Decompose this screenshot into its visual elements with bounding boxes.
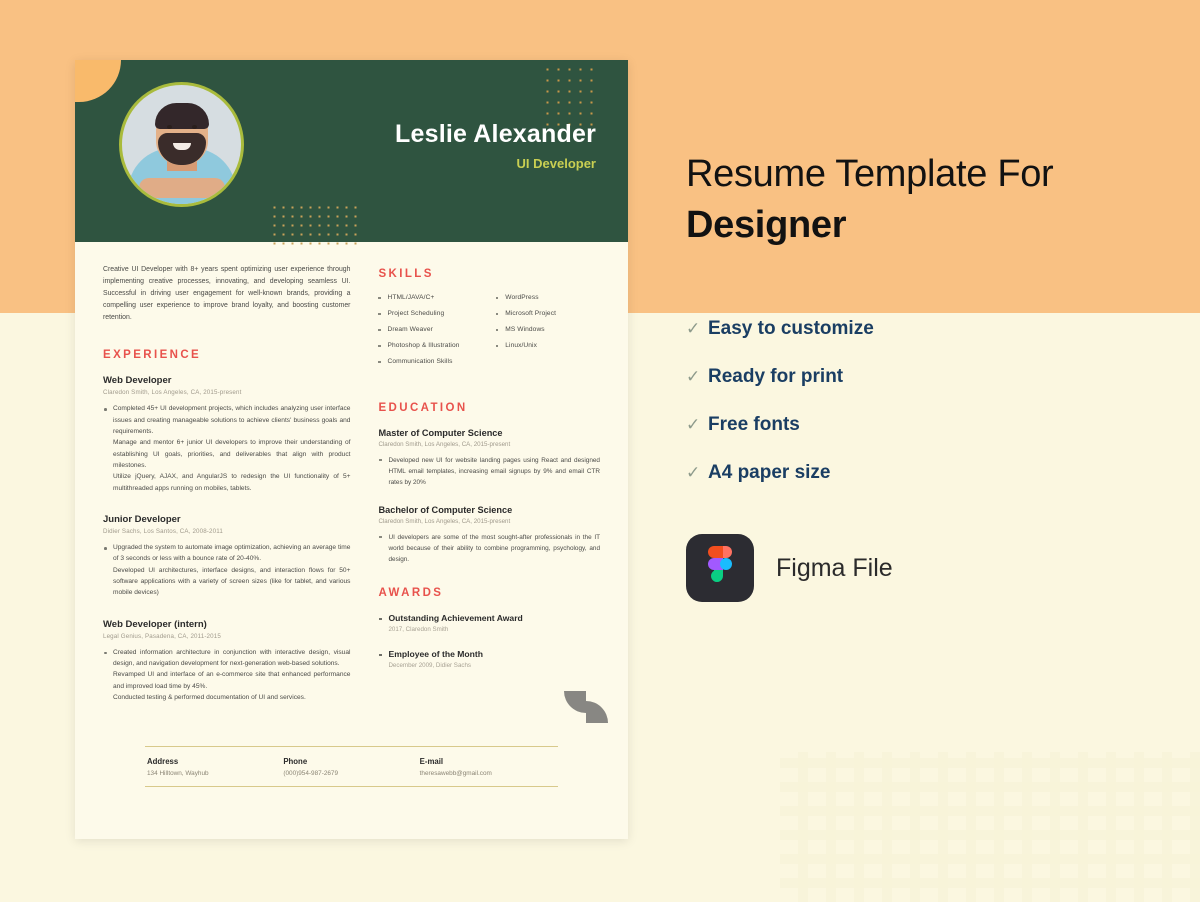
feature-item-free-fonts: ✓ Free fonts [686,414,1156,436]
award-name: Employee of the Month [378,649,600,659]
resume-preview-sheet[interactable]: Leslie Alexander UI Developer Creative U… [75,60,628,839]
check-icon: ✓ [686,367,701,387]
promo-panel: Resume Template For Designer ✓ Easy to c… [686,152,1156,603]
section-title-awards: AWARDS [378,587,444,600]
skill-item: Project Scheduling [378,310,482,317]
award-meta: 2017, Claredon Smith [388,626,449,634]
skills-column-right: WordPress Microsoft Project MS Windows L… [496,294,600,374]
skill-item: Photoshop & Illustration [378,342,482,349]
job-title: Web Developer (intern) [103,618,207,630]
profile-summary: Creative UI Developer with 8+ years spen… [103,266,351,321]
contact-address: Address 134 Hilltown, Wayhub [147,757,283,777]
skills-grid: HTML/JAVA/C+ Project Scheduling Dream We… [378,294,600,374]
dot-grid-decoration-center [270,203,362,251]
skill-item: Dream Weaver [378,326,482,333]
figma-file-label: Figma File [776,553,893,582]
feature-label: Easy to customize [708,318,874,340]
job-detail-line: Conducted testing & performed documentat… [113,693,306,701]
resume-body: Creative UI Developer with 8+ years spen… [75,242,628,723]
education-bullet: UI developers are some of the most sough… [378,532,600,565]
feature-label: Ready for print [708,366,844,388]
job-meta: Didier Sachs, Los Santos, CA, 2008-2011 [103,528,223,535]
education-item: Bachelor of Computer Science Claredon Sm… [378,505,600,565]
background-watermark-pattern [780,752,1200,902]
promo-title-line-1: Resume Template For [686,153,1054,195]
education-degree: Bachelor of Computer Science [378,505,513,516]
job-bullet: Created information architecture in conj… [103,647,350,670]
education-degree: Master of Computer Science [378,428,503,438]
job-detail-line: Utilize jQuery, AJAX, and AngularJS to r… [113,473,351,492]
feature-item-ready-for-print: ✓ Ready for print [686,366,1156,388]
skills-column-left: HTML/JAVA/C+ Project Scheduling Dream We… [378,294,482,374]
section-title-skills: SKILLS [378,268,434,280]
contact-address-label: Address [147,757,179,766]
job-bullet: Upgraded the system to automate image op… [103,542,350,565]
feature-list: ✓ Easy to customize ✓ Ready for print ✓ … [686,318,1156,484]
job-detail-line: Developed UI architectures, interface de… [113,566,351,597]
experience-item: Web Developer Claredon Smith, Los Angele… [103,375,350,494]
contact-address-value: 134 Hilltown, Wayhub [147,770,209,777]
sheet-watermark-logo [564,691,608,723]
promo-title-line-2: Designer [686,203,847,246]
skill-item: Communication Skills [378,358,482,365]
figma-file-row[interactable]: Figma File [686,534,1156,603]
award-item: Outstanding Achievement Award 2017, Clar… [378,613,600,633]
experience-item: Junior Developer Didier Sachs, Los Santo… [103,514,350,599]
feature-label: Free fonts [708,414,800,436]
section-title-education: EDUCATION [378,402,468,414]
check-icon: ✓ [686,463,701,483]
job-title: Junior Developer [103,514,181,525]
contact-email-value: theresawebb@gmail.com [419,770,492,777]
contact-phone: Phone (000)954-987-2679 [283,757,419,777]
avatar-eye-right [191,125,197,129]
feature-item-easy-to-customize: ✓ Easy to customize [686,318,1156,340]
skill-item: Linux/Unix [496,342,600,349]
education-item: Master of Computer Science Claredon Smit… [378,428,600,488]
job-meta: Claredon Smith, Los Angeles, CA, 2015-pr… [103,389,242,397]
job-detail-line: Revamped UI and interface of an e-commer… [113,671,351,690]
candidate-role: UI Developer [516,156,596,171]
candidate-name: Leslie Alexander [395,120,596,148]
check-icon: ✓ [686,415,701,435]
avatar-arms [138,178,225,198]
award-meta: December 2009, Didier Sachs [388,662,472,670]
contact-phone-label: Phone [283,757,308,766]
feature-item-a4-paper-size: ✓ A4 paper size [686,462,1156,484]
orange-corner-accent [75,60,121,102]
check-icon: ✓ [686,319,701,339]
contact-phone-value: (000)954-987-2679 [283,770,339,777]
skill-item: HTML/JAVA/C+ [378,294,482,301]
award-name: Outstanding Achievement Award [378,613,600,623]
skill-item: WordPress [496,294,600,301]
education-meta: Claredon Smith, Los Angeles, CA, 2015-pr… [378,518,511,526]
section-title-experience: EXPERIENCE [103,349,202,362]
avatar-eye-left [166,125,172,129]
skill-item: MS Windows [496,326,600,333]
experience-item: Web Developer (intern) Legal Genius, Pas… [103,619,350,704]
job-detail-line: Manage and mentor 6+ junior UI developer… [113,439,351,470]
contact-email: E-mail theresawebb@gmail.com [420,757,556,777]
job-title: Web Developer [103,375,172,387]
education-meta: Claredon Smith, Los Angeles, CA, 2015-pr… [378,441,511,448]
contact-footer: Address 134 Hilltown, Wayhub Phone (000)… [145,746,558,787]
skill-item: Microsoft Project [496,310,600,317]
award-item: Employee of the Month December 2009, Did… [378,649,600,669]
education-bullet: Developed new UI for website landing pag… [378,455,600,488]
avatar-hair [154,103,209,129]
avatar [119,82,244,207]
job-meta: Legal Genius, Pasadena, CA, 2011-2015 [103,632,221,640]
job-bullet: Completed 45+ UI development projects, w… [103,403,350,437]
resume-left-column: Creative UI Developer with 8+ years spen… [103,264,350,723]
feature-label: A4 paper size [708,462,831,484]
contact-email-label: E-mail [419,757,444,766]
resume-right-column: SKILLS HTML/JAVA/C+ Project Scheduling D… [378,264,600,723]
figma-icon [686,534,754,603]
